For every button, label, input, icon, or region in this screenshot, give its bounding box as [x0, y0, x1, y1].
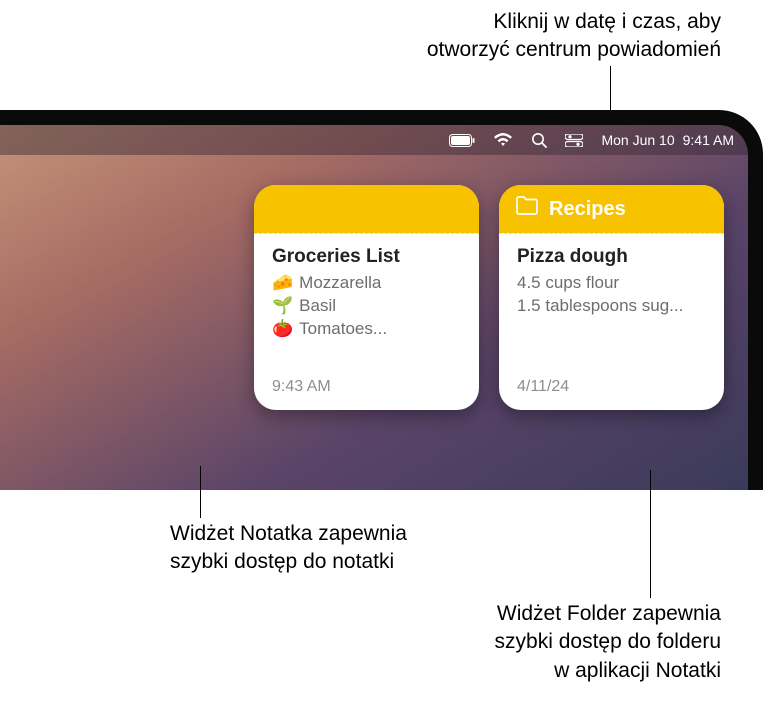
callout-leader: [200, 466, 201, 518]
wifi-icon[interactable]: [493, 133, 513, 147]
menu-bar-date: Mon Jun 10: [601, 132, 674, 148]
folder-header-label: Recipes: [549, 198, 626, 221]
device-corner: Mon Jun 10 9:41 AM Groceries List 🧀 Mozz…: [0, 110, 771, 490]
notes-folder-widget[interactable]: Recipes Pizza dough 4.5 cups flour 1.5 t…: [499, 185, 724, 410]
folder-icon: [515, 196, 539, 222]
callout-folder-widget: Widżet Folder zapewnia szybki dostęp do …: [495, 600, 721, 685]
spotlight-icon[interactable]: [531, 132, 547, 148]
folder-note-title: Pizza dough: [517, 246, 706, 268]
notes-note-widget[interactable]: Groceries List 🧀 Mozzarella 🌱 Basil: [254, 185, 479, 410]
tomato-icon: 🍅: [272, 318, 293, 341]
note-title: Groceries List: [272, 246, 461, 268]
cheese-icon: 🧀: [272, 272, 293, 295]
callout-datetime: Kliknij w datę i czas, aby otworzyć cent…: [427, 8, 721, 65]
callout-text: Widżet Folder zapewnia szybki dostęp do …: [495, 602, 721, 682]
widget-body: Pizza dough 4.5 cups flour 1.5 tablespoo…: [499, 233, 724, 410]
widget-header-plain: [254, 185, 479, 233]
list-item-label: Basil: [299, 295, 336, 318]
note-timestamp: 9:43 AM: [272, 378, 461, 410]
control-center-icon[interactable]: [565, 134, 583, 147]
battery-icon[interactable]: [449, 134, 475, 147]
callout-text: Widżet Notatka zapewnia szybki dostęp do…: [170, 522, 407, 573]
menu-bar: Mon Jun 10 9:41 AM: [0, 125, 748, 155]
widget-header-folder: Recipes: [499, 185, 724, 233]
list-item-label: 1.5 tablespoons sug...: [517, 295, 683, 318]
folder-note-date: 4/11/24: [517, 378, 706, 410]
device-frame: Mon Jun 10 9:41 AM Groceries List 🧀 Mozz…: [0, 110, 763, 490]
list-item-label: Tomatoes...: [299, 318, 387, 341]
folder-note-lines: 4.5 cups flour 1.5 tablespoons sug...: [517, 272, 706, 318]
list-item: 🌱 Basil: [272, 295, 461, 318]
list-item: 🍅 Tomatoes...: [272, 318, 461, 341]
callout-note-widget: Widżet Notatka zapewnia szybki dostęp do…: [170, 520, 407, 577]
list-item: 4.5 cups flour: [517, 272, 706, 295]
widgets-area: Groceries List 🧀 Mozzarella 🌱 Basil: [254, 185, 724, 410]
callout-text: Kliknij w datę i czas, aby otworzyć cent…: [427, 10, 721, 61]
herb-icon: 🌱: [272, 295, 293, 318]
note-lines: 🧀 Mozzarella 🌱 Basil 🍅 Tomatoes...: [272, 272, 461, 341]
desktop-screen: Mon Jun 10 9:41 AM Groceries List 🧀 Mozz…: [0, 125, 748, 490]
list-item-label: Mozzarella: [299, 272, 381, 295]
callout-leader: [650, 470, 651, 598]
widget-body: Groceries List 🧀 Mozzarella 🌱 Basil: [254, 233, 479, 410]
list-item: 🧀 Mozzarella: [272, 272, 461, 295]
list-item-label: 4.5 cups flour: [517, 272, 619, 295]
list-item: 1.5 tablespoons sug...: [517, 295, 706, 318]
menu-bar-datetime[interactable]: Mon Jun 10 9:41 AM: [601, 132, 734, 148]
menu-bar-time: 9:41 AM: [683, 132, 734, 148]
